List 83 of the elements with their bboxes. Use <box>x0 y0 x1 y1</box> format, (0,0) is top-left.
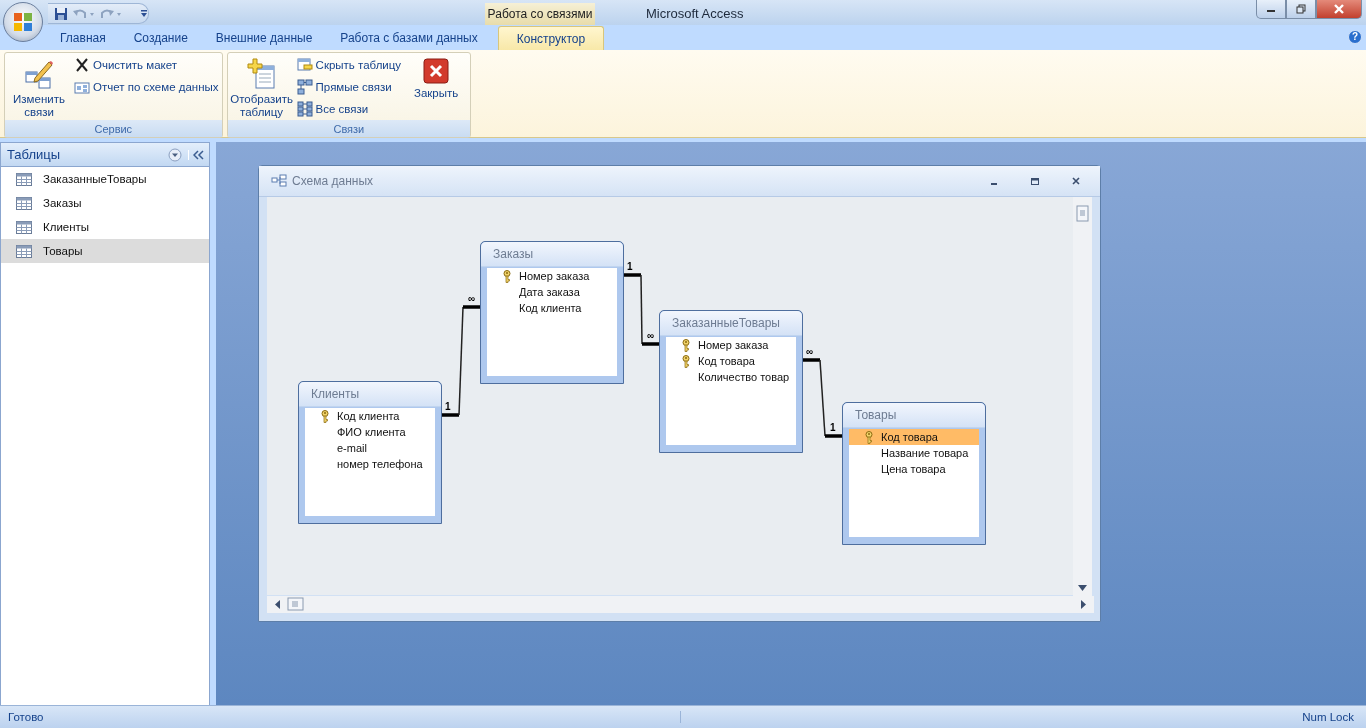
cardinality-label: ∞ <box>468 293 476 305</box>
customize-icon[interactable] <box>140 8 148 19</box>
table-box[interactable]: Товары Код товара Название товара Цена товара <box>842 402 986 545</box>
cardinality-label: 1 <box>627 261 633 273</box>
table-icon <box>16 196 32 210</box>
ribbon-tab[interactable]: Создание <box>119 26 202 50</box>
field-row[interactable]: e-mail <box>305 440 435 456</box>
office-button[interactable] <box>3 2 43 42</box>
ribbon-button[interactable]: Прямые связи <box>296 79 402 95</box>
add-table-icon <box>245 58 278 90</box>
close-button[interactable] <box>1316 0 1362 19</box>
cardinality-label: ∞ <box>647 330 655 342</box>
ribbon-button[interactable]: Все связи <box>296 101 402 117</box>
table-list-item[interactable]: ЗаказанныеТовары <box>1 167 209 191</box>
group-label: Сервис <box>5 120 222 137</box>
table-title: Заказы <box>481 242 623 267</box>
office-logo <box>12 11 34 33</box>
diagram-icon <box>271 174 287 188</box>
field-row[interactable]: Дата заказа <box>487 284 617 300</box>
field-row[interactable]: Номер заказа <box>487 268 617 284</box>
window-title: Схема данных <box>292 174 374 188</box>
close-icon <box>423 58 450 84</box>
edit-relationships-icon <box>23 58 55 90</box>
minimize-button[interactable] <box>1256 0 1286 19</box>
vertical-scrollbar[interactable] <box>1073 197 1092 596</box>
close-icon <box>1333 4 1345 14</box>
field-row[interactable]: номер телефона <box>305 456 435 472</box>
direct-relationships-icon <box>296 79 313 95</box>
close-icon <box>1071 176 1081 186</box>
table-title: Клиенты <box>299 382 441 407</box>
field-row[interactable]: Код товара <box>666 353 796 369</box>
ribbon-tab[interactable]: Конструктор <box>497 26 605 50</box>
cardinality-label: 1 <box>445 401 451 413</box>
collapse-icon[interactable] <box>188 149 205 160</box>
table-box[interactable]: Заказы Номер заказа Дата заказа Код клиента <box>480 241 624 384</box>
minimize-icon <box>991 183 997 185</box>
table-icon <box>16 244 32 258</box>
scroll-thumb[interactable] <box>287 597 304 612</box>
maximize-icon <box>1030 176 1040 186</box>
ribbon-tab[interactable]: Внешние данные <box>201 26 327 50</box>
ribbon-tab[interactable]: Работа с базами данных <box>326 26 492 50</box>
field-row[interactable]: Количество товар <box>666 369 796 385</box>
ribbon-button[interactable]: Отчет по схеме данных <box>74 79 219 95</box>
table-title: Товары <box>843 403 985 428</box>
horizontal-scrollbar[interactable] <box>267 596 1094 613</box>
field-row[interactable]: ФИО клиента <box>305 424 435 440</box>
field-row[interactable]: Название товара <box>849 445 979 461</box>
ribbon-button[interactable]: Закрыть <box>405 56 468 100</box>
cardinality-label: ∞ <box>806 346 814 358</box>
report-icon <box>74 79 90 95</box>
restore-icon <box>1296 4 1306 14</box>
x-icon <box>74 57 90 73</box>
table-list-item[interactable]: Клиенты <box>1 215 209 239</box>
table-list-item[interactable]: Заказы <box>1 191 209 215</box>
field-row[interactable]: Номер заказа <box>666 337 796 353</box>
cardinality-label: 1 <box>830 422 836 434</box>
contextual-tab-group: Работа со связями <box>485 3 595 25</box>
field-row[interactable]: Код клиента <box>305 408 435 424</box>
save-icon[interactable] <box>54 6 68 21</box>
group-label: Связи <box>227 120 471 137</box>
table-list-item[interactable]: Товары <box>1 239 209 263</box>
help-button[interactable]: ? <box>1348 30 1362 44</box>
status-text: Num Lock <box>1302 711 1355 723</box>
ribbon-button[interactable]: Скрыть таблицу <box>296 57 402 73</box>
scroll-thumb[interactable] <box>1074 203 1091 223</box>
table-title: ЗаказанныеТовары <box>660 311 802 336</box>
table-icon <box>16 220 32 234</box>
table-box[interactable]: ЗаказанныеТовары Номер заказа Код товара Количество товар <box>659 310 803 453</box>
pane-title: Таблицы <box>7 147 62 162</box>
status-text: Готово <box>0 711 681 723</box>
field-row[interactable]: Цена товара <box>849 461 979 477</box>
window-title: Microsoft Access <box>646 6 744 21</box>
ribbon-button[interactable]: Изменить связи <box>8 56 70 119</box>
field-row[interactable]: Код клиента <box>487 300 617 316</box>
all-relationships-icon <box>296 101 313 117</box>
field-row[interactable]: Код товара <box>849 429 979 445</box>
ribbon-button[interactable]: Отобразить таблицу <box>230 56 293 119</box>
table-box[interactable]: Клиенты Код клиента ФИО клиента e-mail номер телефона <box>298 381 442 524</box>
dropdown-icon[interactable] <box>168 147 182 162</box>
table-icon <box>16 172 32 186</box>
ribbon-button[interactable]: Очистить макет <box>74 57 219 73</box>
ribbon-tab[interactable]: Главная <box>46 26 120 50</box>
hide-table-icon <box>296 57 313 73</box>
